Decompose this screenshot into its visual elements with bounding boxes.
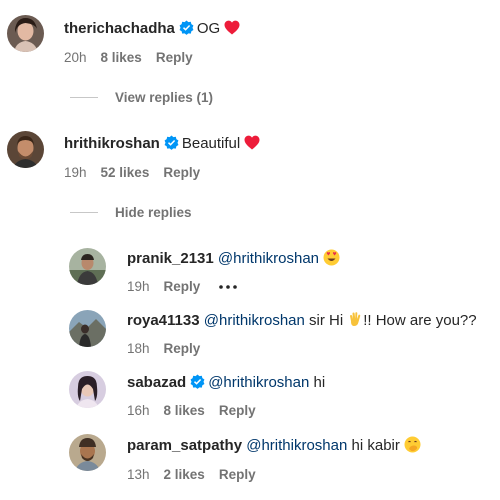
username[interactable]: sabazad <box>127 374 186 391</box>
more-options-icon[interactable] <box>218 284 238 290</box>
reply-button[interactable]: Reply <box>219 467 256 482</box>
timestamp: 20h <box>64 50 87 65</box>
comment-line: param_satpathy @hrithikroshan hi kabir <box>127 436 421 456</box>
comment-line: hrithikroshan Beautiful <box>64 134 260 154</box>
heart-eyes-emoji-icon <box>323 249 340 266</box>
likes-count[interactable]: 8 likes <box>164 403 205 418</box>
comment-text: Beautiful <box>181 135 241 152</box>
comment-text: OG <box>196 20 221 37</box>
timestamp: 19h <box>64 165 87 180</box>
verified-badge-icon <box>190 374 205 389</box>
waving-hand-emoji-icon <box>350 312 361 327</box>
reply-comment: sabazad @hrithikroshan hi 16h 8 likes Reply <box>0 367 500 422</box>
username[interactable]: roya41133 <box>127 312 200 329</box>
comment-meta: 16h 8 likes Reply <box>127 402 270 420</box>
avatar[interactable] <box>7 15 44 52</box>
comment-line: roya41133 @hrithikroshan sir Hi !! How ar… <box>127 311 477 331</box>
timestamp: 19h <box>127 279 150 294</box>
divider-line <box>70 97 98 98</box>
reply-button[interactable]: Reply <box>156 50 193 65</box>
username[interactable]: param_satpathy <box>127 437 242 454</box>
username[interactable]: pranik_2131 <box>127 250 214 267</box>
reply-comment: roya41133 @hrithikroshan sir Hi !! How ar… <box>0 305 500 360</box>
mention-link[interactable]: @hrithikroshan <box>204 312 305 329</box>
mention-link[interactable]: @hrithikroshan <box>246 437 347 454</box>
red-heart-icon <box>244 135 260 150</box>
comment-meta: 19h Reply <box>127 278 238 296</box>
verified-badge-icon <box>179 20 194 35</box>
comment-line: sabazad @hrithikroshan hi <box>127 373 325 393</box>
username[interactable]: hrithikroshan <box>64 135 160 152</box>
hand-over-mouth-emoji-icon <box>404 436 421 453</box>
likes-count[interactable]: 8 likes <box>101 50 142 65</box>
comment-meta: 19h 52 likes Reply <box>64 164 214 182</box>
avatar[interactable] <box>69 248 106 285</box>
view-replies-toggle[interactable]: View replies (1) <box>70 89 213 107</box>
mention-link[interactable]: @hrithikroshan <box>208 374 309 391</box>
comment-text-end: !! How are you?? <box>363 312 477 329</box>
comment-line: therichachadha OG <box>64 19 240 39</box>
reply-button[interactable]: Reply <box>164 341 201 356</box>
comment: therichachadha OG 20h 8 likes Reply <box>0 12 500 72</box>
timestamp: 16h <box>127 403 150 418</box>
comment-text: hi kabir <box>351 437 400 454</box>
view-replies-label: View replies (1) <box>115 90 214 105</box>
red-heart-icon <box>224 20 240 35</box>
reply-button[interactable]: Reply <box>163 165 200 180</box>
reply-button[interactable]: Reply <box>219 403 256 418</box>
likes-count[interactable]: 52 likes <box>101 165 150 180</box>
comment: hrithikroshan Beautiful 19h 52 likes Reply <box>0 127 500 187</box>
timestamp: 18h <box>127 341 150 356</box>
comment-text: sir Hi <box>309 312 344 329</box>
timestamp: 13h <box>127 467 150 482</box>
comment-line: pranik_2131 @hrithikroshan <box>127 249 340 269</box>
divider-line <box>70 212 98 213</box>
comment-meta: 20h 8 likes Reply <box>64 49 207 67</box>
reply-comment: param_satpathy @hrithikroshan hi kabir 1… <box>0 430 500 490</box>
verified-badge-icon <box>164 135 179 150</box>
avatar[interactable] <box>69 434 106 471</box>
avatar[interactable] <box>69 310 106 347</box>
mention-link[interactable]: @hrithikroshan <box>218 250 319 267</box>
username[interactable]: therichachadha <box>64 20 175 37</box>
likes-count[interactable]: 2 likes <box>164 467 205 482</box>
comment-meta: 18h Reply <box>127 340 214 358</box>
reply-button[interactable]: Reply <box>164 279 201 294</box>
reply-comment: pranik_2131 @hrithikroshan 19h Reply <box>0 243 500 298</box>
avatar[interactable] <box>69 371 106 408</box>
hide-replies-toggle[interactable]: Hide replies <box>70 204 192 222</box>
comment-meta: 13h 2 likes Reply <box>127 466 270 484</box>
avatar[interactable] <box>7 131 44 168</box>
comment-text: hi <box>313 374 326 391</box>
hide-replies-label: Hide replies <box>115 205 192 220</box>
